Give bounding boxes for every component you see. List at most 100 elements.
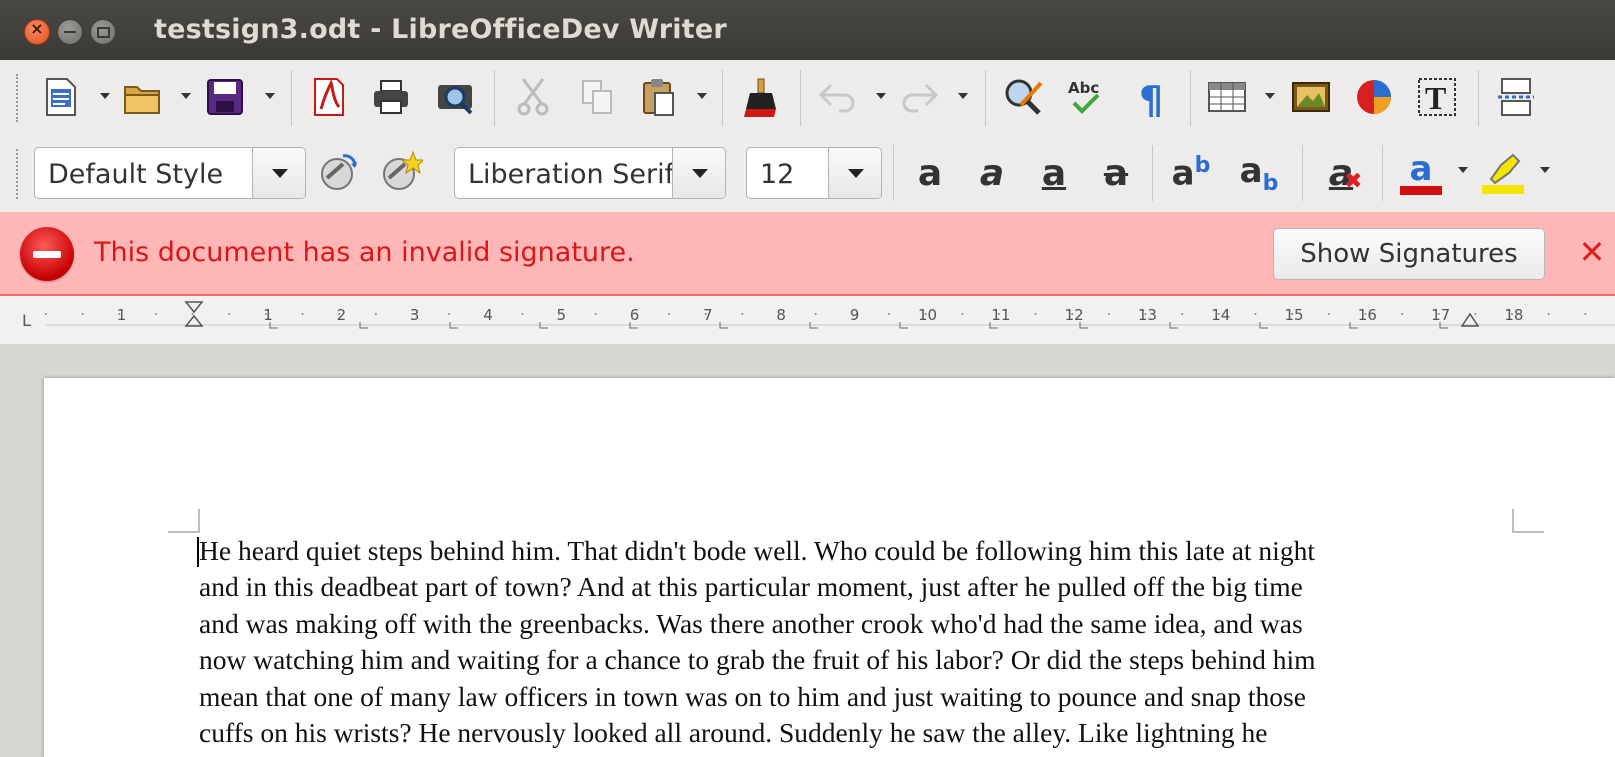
window-minimize-button[interactable] <box>57 19 83 45</box>
print-icon[interactable] <box>368 74 414 120</box>
italic-icon: a <box>979 152 1005 194</box>
infobar-close-button[interactable]: ✕ <box>1575 232 1609 272</box>
toolbar-separator <box>722 70 723 126</box>
first-line-indent-marker <box>184 301 204 314</box>
ruler-tick <box>558 313 561 315</box>
font-name-dropdown-arrow[interactable] <box>672 148 725 198</box>
formatting-marks-icon[interactable]: ¶ <box>1128 74 1174 120</box>
window-close-button[interactable]: × <box>24 19 50 45</box>
redo-dropdown-arrow[interactable] <box>958 93 968 101</box>
ruler-tick <box>741 313 744 315</box>
ruler-number: 6 <box>630 306 640 324</box>
ruler-tick <box>1327 313 1330 315</box>
toolbar-separator <box>985 70 986 126</box>
print-preview-icon[interactable] <box>432 74 478 120</box>
font-color-swatch <box>1400 185 1442 195</box>
new-document-icon[interactable] <box>38 74 84 120</box>
ruler-number: 1 <box>117 306 127 324</box>
ruler-tick <box>521 313 524 315</box>
chart-icon[interactable] <box>1351 74 1397 120</box>
maximize-icon <box>97 27 110 38</box>
superscript-icon: ab <box>1172 153 1211 193</box>
underline-button[interactable]: a <box>1030 147 1078 199</box>
spellcheck-icon[interactable]: Abc <box>1063 74 1109 120</box>
formatting-toolbar: Default Style Liberation Serif 12 a a a … <box>0 137 1615 212</box>
ruler-tick <box>228 313 231 315</box>
paragraph-style-combo[interactable]: Default Style <box>34 147 306 199</box>
image-icon[interactable] <box>1288 74 1334 120</box>
paste-dropdown-arrow[interactable] <box>697 93 707 101</box>
tab-type-icon: L <box>22 311 31 330</box>
cut-icon[interactable] <box>510 74 556 120</box>
margin-corner-left <box>168 509 200 533</box>
subscript-button[interactable]: ab <box>1232 147 1286 199</box>
superscript-glyph: a <box>1171 153 1195 194</box>
paste-icon[interactable] <box>636 74 682 120</box>
highlight-button[interactable] <box>1476 147 1530 199</box>
infobar-message: This document has an invalid signature. <box>94 237 635 268</box>
ruler-number: 4 <box>483 306 493 324</box>
signature-infobar: This document has an invalid signature. … <box>0 212 1615 296</box>
bold-button[interactable]: a <box>906 147 954 199</box>
window-maximize-button[interactable] <box>90 19 116 45</box>
font-size-combo[interactable]: 12 <box>746 147 882 199</box>
page-break-icon[interactable] <box>1493 74 1539 120</box>
undo-dropdown-arrow[interactable] <box>876 93 886 101</box>
undo-icon[interactable] <box>814 74 860 120</box>
table-dropdown-arrow[interactable] <box>1265 93 1275 101</box>
ruler-tick <box>301 313 304 315</box>
update-style-icon[interactable] <box>316 149 362 195</box>
horizontal-ruler[interactable]: L 1 1 2 3 4 5 6 7 8 9 10 11 12 13 14 15 16 17 18 <box>0 296 1615 344</box>
subscript-icon: ab <box>1240 151 1279 196</box>
new-style-icon[interactable] <box>378 149 424 195</box>
font-name-value: Liberation Serif <box>468 159 673 190</box>
highlight-dropdown-arrow[interactable] <box>1540 167 1550 175</box>
text-box-icon[interactable]: T <box>1414 74 1460 120</box>
text-line: mean that one of many law officers in to… <box>199 680 1306 712</box>
clear-formatting-button[interactable]: a ✖ <box>1314 147 1368 199</box>
open-folder-icon[interactable] <box>120 74 166 120</box>
ruler-tick <box>961 313 964 315</box>
highlight-swatch <box>1482 184 1524 194</box>
save-dropdown-arrow[interactable] <box>265 93 275 101</box>
italic-button[interactable]: a <box>968 147 1016 199</box>
font-size-dropdown-arrow[interactable] <box>828 148 881 198</box>
superscript-button[interactable]: ab <box>1164 147 1218 199</box>
strikethrough-button[interactable]: a <box>1092 147 1140 199</box>
paragraph-style-value: Default Style <box>48 159 224 190</box>
open-dropdown-arrow[interactable] <box>181 93 191 101</box>
copy-icon[interactable] <box>574 74 620 120</box>
clone-formatting-icon[interactable] <box>737 74 783 120</box>
save-icon[interactable] <box>202 74 248 120</box>
ruler-tick <box>814 313 817 315</box>
paragraph-style-dropdown-arrow[interactable] <box>252 148 305 198</box>
toolbar-separator <box>800 70 801 126</box>
ruler-tick <box>264 313 267 315</box>
export-pdf-icon[interactable] <box>306 74 352 120</box>
font-color-dropdown-arrow[interactable] <box>1458 167 1468 175</box>
ruler-tick <box>374 313 377 315</box>
find-replace-icon[interactable] <box>1000 74 1046 120</box>
right-indent-marker <box>1460 312 1480 327</box>
ruler-tick <box>1547 313 1550 315</box>
ruler-number: 8 <box>776 306 786 324</box>
ruler-tick <box>338 313 341 315</box>
table-icon[interactable] <box>1204 74 1250 120</box>
ruler-number: 5 <box>557 306 567 324</box>
ruler-tick <box>704 313 707 315</box>
toolbar-grip[interactable] <box>16 74 22 122</box>
ruler-tick <box>81 313 84 315</box>
margin-corner-right <box>1512 509 1544 533</box>
toolbar-grip[interactable] <box>16 149 22 199</box>
show-signatures-button[interactable]: Show Signatures <box>1273 228 1545 280</box>
new-dropdown-arrow[interactable] <box>100 93 110 101</box>
window-title: testsign3.odt - LibreOfficeDev Writer <box>154 14 727 45</box>
ruler-tick <box>1364 313 1367 315</box>
font-name-combo[interactable]: Liberation Serif <box>454 147 726 199</box>
document-body[interactable]: He heard quiet steps behind him. That di… <box>199 533 1499 751</box>
standard-toolbar: Abc ¶ T <box>0 60 1615 137</box>
highlighter-icon <box>1489 153 1521 184</box>
font-color-button[interactable]: a <box>1394 147 1448 199</box>
redo-icon[interactable] <box>897 74 943 120</box>
ruler-scale: L 1 1 2 3 4 5 6 7 8 9 10 11 12 13 14 15 16 17 18 <box>22 301 1615 330</box>
